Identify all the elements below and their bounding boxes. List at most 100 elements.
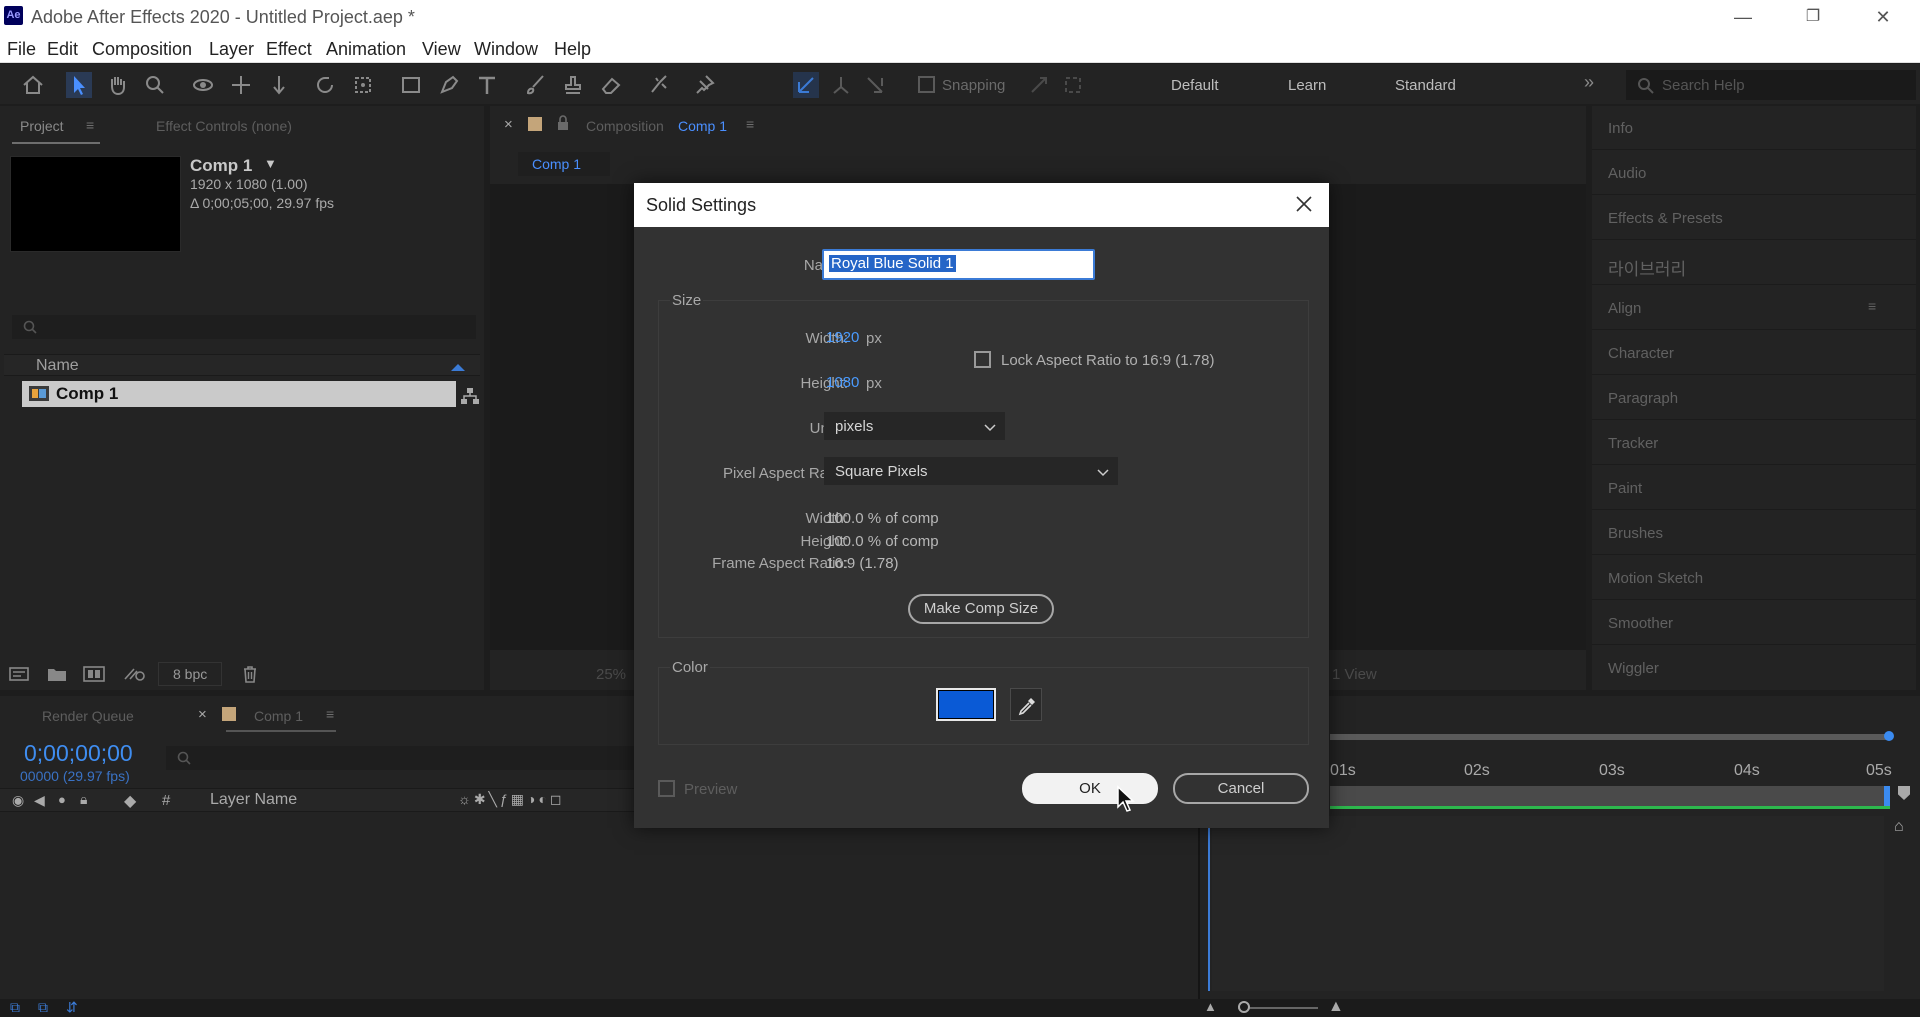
eyedropper-button[interactable]: [1010, 688, 1042, 721]
close-window-button[interactable]: ✕: [1860, 4, 1906, 30]
switches-icons[interactable]: ☼✱╲ƒ▦◑◐◻: [458, 791, 565, 808]
end-marker[interactable]: [1884, 786, 1890, 806]
panel-character[interactable]: Character: [1592, 331, 1916, 375]
panel-info[interactable]: Info: [1592, 106, 1916, 150]
cancel-button[interactable]: Cancel: [1173, 773, 1309, 804]
trash-icon[interactable]: [240, 664, 260, 684]
video-toggle-icon[interactable]: ◉: [12, 792, 24, 809]
rectangle-tool-icon[interactable]: [398, 72, 424, 98]
label-tag-icon[interactable]: ◆: [124, 791, 136, 811]
bit-depth-button[interactable]: 8 bpc: [158, 662, 222, 686]
in-out-toggle-icon[interactable]: ⇵: [66, 999, 78, 1016]
minimize-button[interactable]: —: [1720, 4, 1766, 30]
menu-window[interactable]: Window: [474, 39, 538, 60]
align-panel-menu-icon[interactable]: ≡: [1868, 298, 1876, 314]
solo-toggle-icon[interactable]: ●: [58, 792, 66, 807]
comp-marker-bin-icon[interactable]: [1898, 786, 1910, 800]
snap-features-icon[interactable]: [1060, 72, 1086, 98]
timeline-zoom-slider[interactable]: [1238, 1007, 1318, 1009]
make-comp-size-button[interactable]: Make Comp Size: [908, 594, 1054, 624]
solid-name-input[interactable]: Royal Blue Solid 1: [822, 249, 1095, 280]
comp-button-icon[interactable]: ⌂: [1894, 818, 1904, 836]
pan-camera-icon[interactable]: [228, 72, 254, 98]
world-axis-mode-icon[interactable]: [828, 72, 854, 98]
anchor-point-tool-icon[interactable]: [350, 72, 376, 98]
panel-tracker[interactable]: Tracker: [1592, 421, 1916, 465]
zoom-tool-icon[interactable]: [142, 72, 168, 98]
height-value-field[interactable]: 1080: [826, 374, 859, 391]
snap-edges-icon[interactable]: [1026, 72, 1052, 98]
orbit-camera-icon[interactable]: [190, 72, 216, 98]
workspace-overflow-icon[interactable]: »: [1584, 72, 1594, 93]
work-area-end-handle[interactable]: [1884, 731, 1894, 741]
tab-render-queue[interactable]: Render Queue: [42, 708, 134, 724]
workspace-standard[interactable]: Standard: [1395, 77, 1456, 94]
panel-audio[interactable]: Audio: [1592, 151, 1916, 195]
view-axis-mode-icon[interactable]: [862, 72, 888, 98]
panel-paint[interactable]: Paint: [1592, 466, 1916, 510]
hand-tool-icon[interactable]: [104, 72, 130, 98]
puppet-pin-tool-icon[interactable]: [692, 72, 718, 98]
type-tool-icon[interactable]: [474, 72, 500, 98]
work-area-bar[interactable]: [1330, 734, 1890, 740]
roto-brush-tool-icon[interactable]: [646, 72, 672, 98]
transfer-controls-toggle-icon[interactable]: ⧉: [38, 999, 48, 1016]
tab-project[interactable]: Project: [20, 118, 64, 134]
workspace-learn[interactable]: Learn: [1288, 77, 1326, 94]
sort-ascending-icon[interactable]: [450, 362, 466, 372]
close-timeline-tab-icon[interactable]: ×: [198, 706, 207, 723]
home-icon[interactable]: [20, 72, 46, 98]
pixel-aspect-ratio-dropdown[interactable]: Square Pixels: [824, 457, 1118, 485]
ok-button[interactable]: OK: [1022, 773, 1158, 804]
timeline-search-input[interactable]: [166, 746, 636, 770]
width-value-field[interactable]: 1920: [826, 329, 859, 346]
menu-file[interactable]: File: [7, 39, 36, 60]
list-item[interactable]: Comp 1: [22, 381, 456, 407]
snapping-checkbox[interactable]: [918, 76, 935, 93]
timeline-zoom-handle[interactable]: [1238, 1001, 1250, 1013]
rotation-tool-icon[interactable]: [312, 72, 338, 98]
units-dropdown[interactable]: pixels: [824, 412, 1005, 440]
color-swatch[interactable]: [936, 688, 996, 721]
menu-layer[interactable]: Layer: [209, 39, 254, 60]
layer-switches-toggle-icon[interactable]: ⧉: [10, 999, 20, 1016]
layer-duration-bar[interactable]: [1330, 786, 1890, 806]
menu-composition[interactable]: Composition: [92, 39, 192, 60]
eraser-tool-icon[interactable]: [598, 72, 624, 98]
panel-smoother[interactable]: Smoother: [1592, 601, 1916, 645]
lock-icon[interactable]: [556, 115, 570, 131]
column-name-header[interactable]: Name: [36, 357, 79, 375]
panel-paragraph[interactable]: Paragraph: [1592, 376, 1916, 420]
search-help-field[interactable]: Search Help: [1626, 70, 1916, 100]
comp-panel-menu-icon[interactable]: ≡: [746, 116, 754, 132]
project-settings-icon[interactable]: [122, 665, 148, 683]
flowchart-icon[interactable]: [460, 387, 480, 405]
magnification-dropdown[interactable]: 25%: [596, 666, 626, 683]
audio-toggle-icon[interactable]: ◀: [34, 792, 45, 809]
timeline-track-area[interactable]: [1212, 816, 1884, 991]
panel-motion-sketch[interactable]: Motion Sketch: [1592, 556, 1916, 600]
new-composition-icon[interactable]: [82, 665, 106, 683]
menu-animation[interactable]: Animation: [326, 39, 406, 60]
view-layout-dropdown[interactable]: 1 View: [1332, 666, 1377, 683]
menu-view[interactable]: View: [422, 39, 461, 60]
current-time-indicator[interactable]: [1208, 826, 1210, 991]
local-axis-mode-icon[interactable]: [793, 72, 819, 98]
menu-effect[interactable]: Effect: [266, 39, 312, 60]
timeline-panel-menu-icon[interactable]: ≡: [326, 706, 334, 722]
column-layer-name[interactable]: Layer Name: [210, 791, 297, 809]
comp-info-dropdown-icon[interactable]: ▼: [264, 156, 277, 171]
close-comp-tab-icon[interactable]: ×: [504, 116, 513, 133]
preview-checkbox[interactable]: [658, 780, 675, 797]
project-panel-menu-icon[interactable]: ≡: [86, 117, 94, 133]
zoom-out-icon[interactable]: ▲: [1204, 999, 1217, 1014]
restore-button[interactable]: ❐: [1790, 4, 1836, 30]
brush-tool-icon[interactable]: [522, 72, 548, 98]
workspace-default[interactable]: Default: [1171, 77, 1219, 94]
panel-wiggler[interactable]: Wiggler: [1592, 646, 1916, 690]
comp-sub-tab[interactable]: Comp 1: [518, 152, 610, 176]
dolly-camera-icon[interactable]: [266, 72, 292, 98]
tab-timeline-comp-1[interactable]: Comp 1: [254, 708, 303, 724]
selection-tool-icon[interactable]: [66, 72, 92, 98]
panel-brushes[interactable]: Brushes: [1592, 511, 1916, 555]
